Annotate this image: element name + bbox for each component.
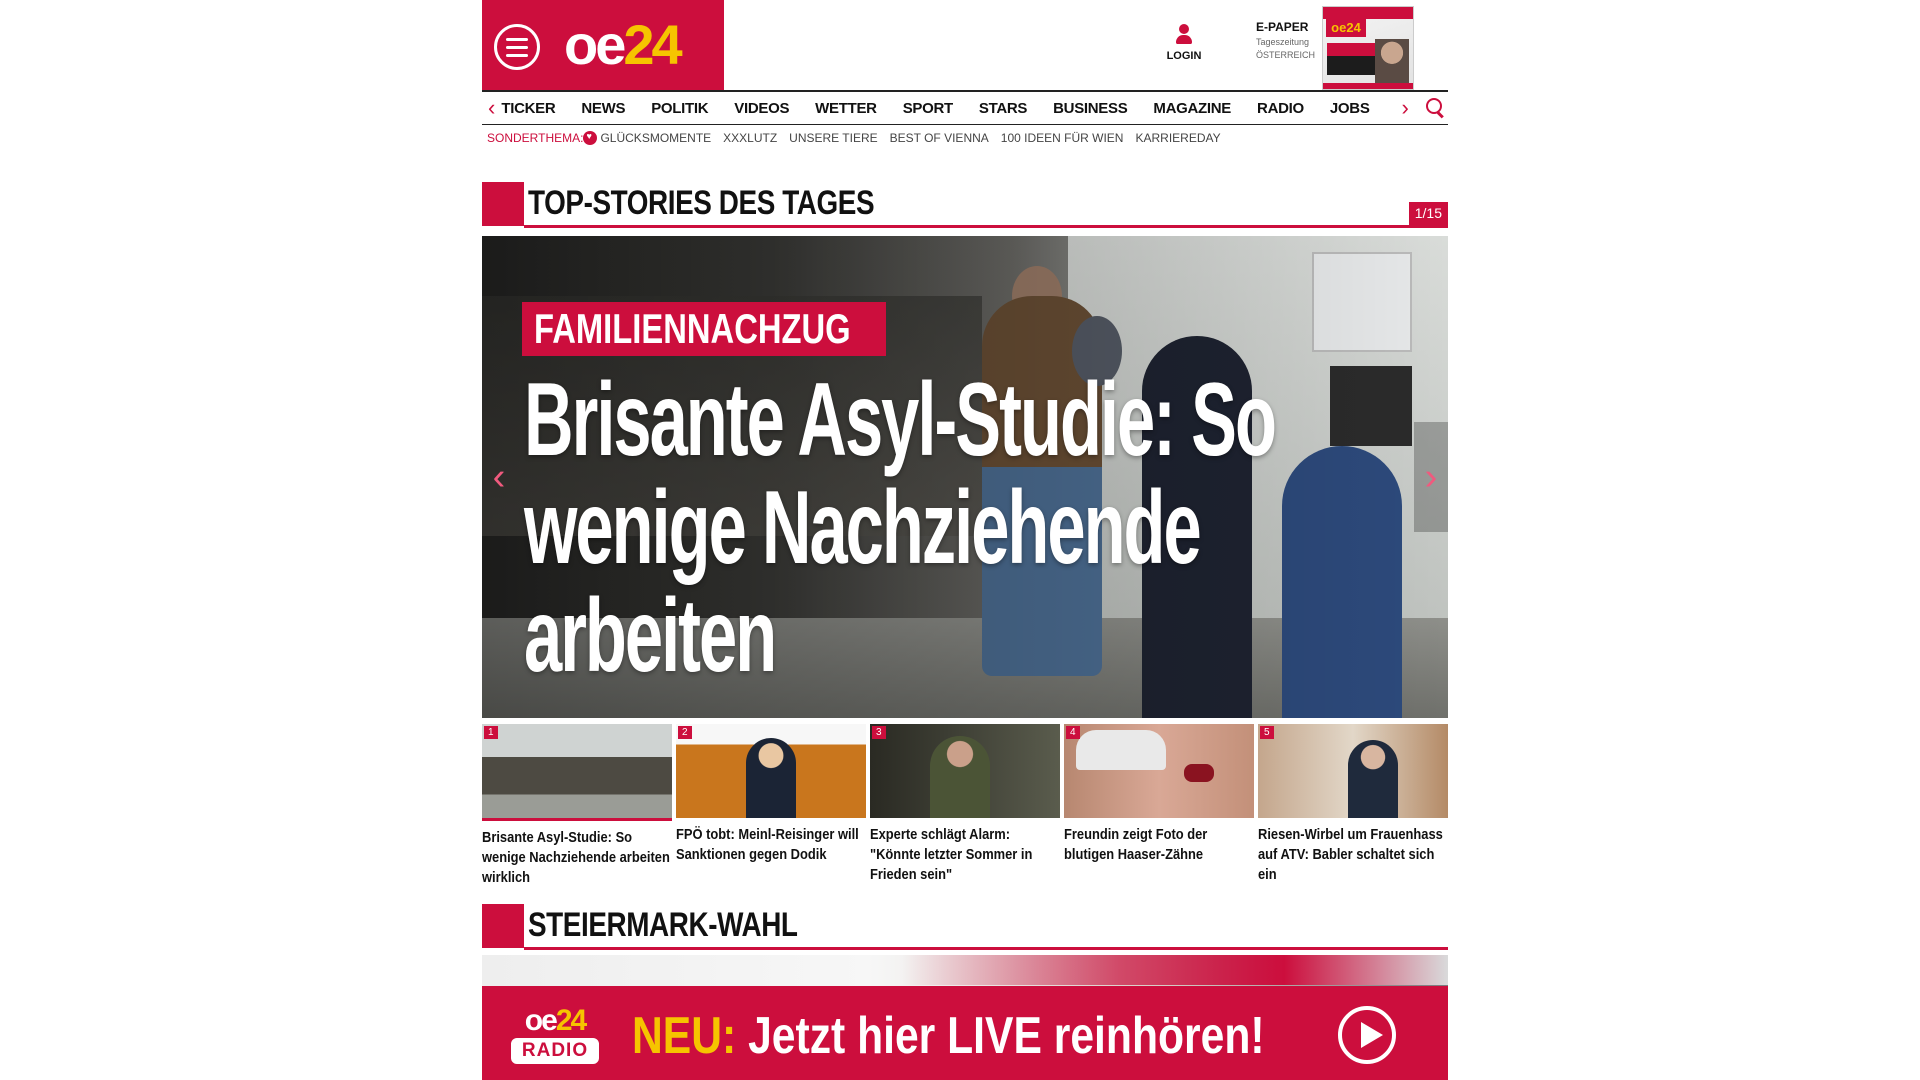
section-marker [482,904,524,948]
thumb-image: 1 [482,724,672,821]
login-button[interactable]: LOGIN [1162,24,1206,62]
radio-banner[interactable]: oe24 RADIO NEU: Jetzt hier LIVE reinhöre… [482,986,1448,1080]
thumb-title: Freundin zeigt Foto der blutigen Haaser-… [1064,826,1208,863]
radio-logo-label: RADIO [511,1038,599,1064]
thumb-title: Riesen-Wirbel um Frauenhass auf ATV: Bab… [1258,826,1443,883]
slide-counter: 1/15 [1408,202,1448,226]
nav-item-ticker[interactable]: TICKER [501,100,555,117]
hero-headline[interactable]: Brisante Asyl-Studie: So wenige Nachzieh… [524,366,1316,690]
section-underline [524,225,1448,228]
nav-item-magazine[interactable]: MAGAZINE [1153,100,1231,117]
story-thumb-2[interactable]: 2 FPÖ tobt: Meinl-Reisinger will Sanktio… [676,724,866,888]
nav-item-wetter[interactable]: WETTER [815,100,877,117]
steiermark-header: STEIERMARK-WAHL [482,904,1448,950]
radio-new-label: NEU: [632,1007,737,1065]
radio-logo: oe24 RADIO [510,1006,600,1070]
nav-prev-arrow-icon[interactable]: ‹ [482,93,501,123]
section-title: TOP-STORIES DES TAGES [528,184,875,222]
cover-logo: oe24 [1326,19,1366,37]
subnav-item-gluecksmomente[interactable]: GLÜCKSMOMENTE [600,131,711,145]
subnav-label: SONDERTHEMA: [487,131,584,145]
thumb-title: Brisante Asyl-Studie: So wenige Nachzieh… [482,829,670,886]
story-thumb-4[interactable]: 4 Freundin zeigt Foto der blutigen Haase… [1064,724,1254,888]
thumb-image: 3 [870,724,1060,818]
slider-next-icon[interactable]: › [1414,422,1448,532]
sub-nav: SONDERTHEMA: GLÜCKSMOMENTE XXXLUTZ UNSER… [482,128,1448,148]
heart-icon [583,131,598,145]
cover-headline-block [1327,43,1377,75]
thumb-title: FPÖ tobt: Meinl-Reisinger will Sanktione… [676,826,859,863]
main-nav: ‹ TICKER NEWS POLITIK VIDEOS WETTER SPOR… [482,90,1448,125]
cover-top-band [1323,7,1413,19]
nav-item-radio[interactable]: RADIO [1257,100,1304,117]
thumb-image: 4 [1064,724,1254,818]
story-thumb-1[interactable]: 1 Brisante Asyl-Studie: So wenige Nachzi… [482,724,672,888]
nav-item-news[interactable]: NEWS [581,100,625,117]
section-title: STEIERMARK-WAHL [528,906,798,944]
thumb-title: Experte schlägt Alarm: "Könnte letzter S… [870,826,1033,883]
story-thumbnails: 1 Brisante Asyl-Studie: So wenige Nachzi… [482,724,1448,888]
login-label: LOGIN [1166,50,1202,62]
nav-item-business[interactable]: BUSINESS [1053,100,1128,117]
thumb-number: 3 [872,726,886,739]
thumb-image: 2 [676,724,866,818]
cover-bottom-band [1323,83,1413,89]
search-icon[interactable] [1423,96,1444,120]
nav-item-jobs[interactable]: JOBS [1330,100,1370,117]
subnav-item-karriereday[interactable]: KARRIEREDAY [1135,131,1220,145]
story-thumb-5[interactable]: 5 Riesen-Wirbel um Frauenhass auf ATV: B… [1258,724,1448,888]
nav-item-videos[interactable]: VIDEOS [734,100,789,117]
epaper-sub-2: ÖSTERREICH [1256,50,1316,60]
thumb-number: 4 [1066,726,1080,739]
logo-area[interactable]: oe24 [482,0,724,90]
epaper-title: E-PAPER [1256,20,1309,34]
subnav-item-best-of-vienna[interactable]: BEST OF VIENNA [890,131,989,145]
site-logo[interactable]: oe24 [564,14,683,76]
thumb-number: 1 [484,726,498,739]
hero-slide[interactable]: FAMILIENNACHZUG Brisante Asyl-Studie: So… [482,236,1448,718]
play-icon[interactable] [1338,1006,1396,1064]
nav-item-stars[interactable]: STARS [979,100,1028,117]
epaper-link[interactable]: E-PAPER Tageszeitung ÖSTERREICH [1256,20,1326,62]
section-underline [524,947,1448,950]
epaper-cover-image[interactable]: oe24 [1322,6,1414,90]
user-icon [1174,24,1194,46]
subnav-item-unsere-tiere[interactable]: UNSERE TIERE [789,131,877,145]
nav-item-politik[interactable]: POLITIK [651,100,708,117]
subnav-item-100-ideen[interactable]: 100 IDEEN FÜR WIEN [1001,131,1124,145]
nav-next-arrow-icon[interactable]: › [1396,93,1415,123]
thumb-number: 5 [1260,726,1274,739]
slider-prev-icon[interactable]: ‹ [482,422,516,532]
top-stories-header: TOP-STORIES DES TAGES 1/15 [482,182,1448,228]
thumb-number: 2 [678,726,692,739]
radio-banner-text: NEU: Jetzt hier LIVE reinhören! [632,1006,1265,1066]
hamburger-menu-icon[interactable] [494,24,540,70]
hero-kicker: FAMILIENNACHZUG [522,302,886,356]
epaper-sub-1: Tageszeitung [1256,37,1310,47]
section-marker [482,182,524,226]
radio-cta-text: Jetzt hier LIVE reinhören! [748,1007,1265,1065]
cover-photo [1375,39,1409,85]
nav-item-sport[interactable]: SPORT [903,100,953,117]
page-container: oe24 LOGIN E-PAPER Tageszeitung ÖSTERREI… [482,0,1448,1080]
subnav-item-xxxlutz[interactable]: XXXLUTZ [723,131,777,145]
story-thumb-3[interactable]: 3 Experte schlägt Alarm: "Könnte letzter… [870,724,1060,888]
thumb-image: 5 [1258,724,1448,818]
